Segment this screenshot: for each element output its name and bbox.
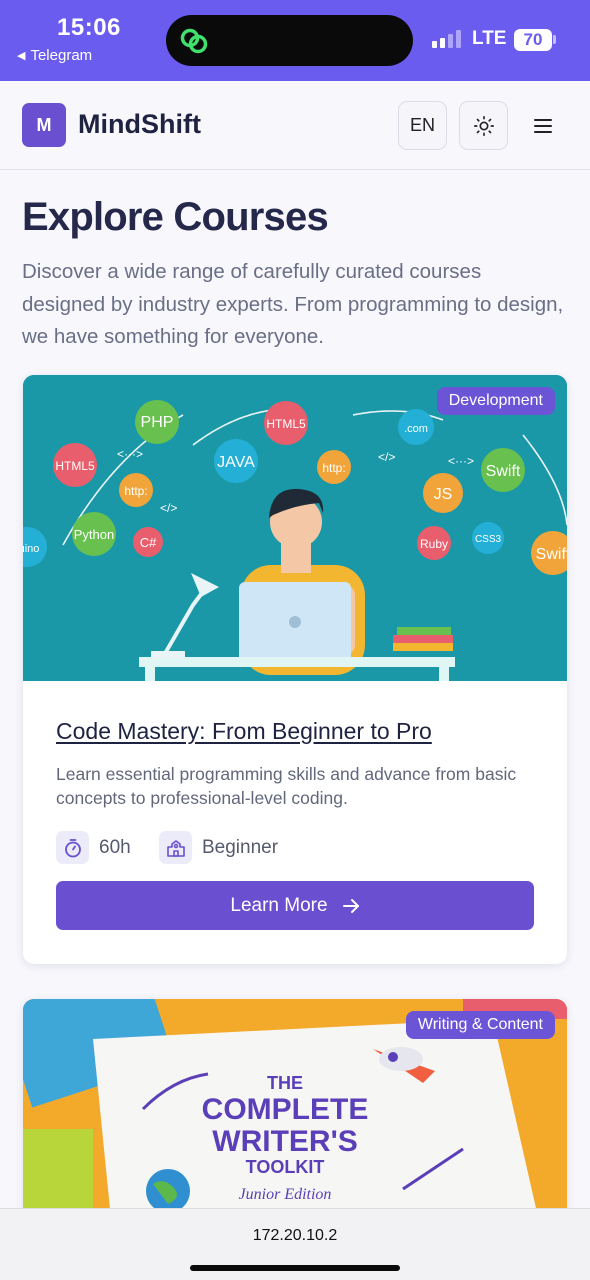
brand-name[interactable]: MindShift [78, 109, 201, 140]
svg-text:</>: </> [378, 450, 395, 464]
status-time: 15:06 [57, 14, 121, 41]
svg-text:CSS3: CSS3 [475, 534, 502, 545]
svg-text:C#: C# [140, 535, 157, 550]
link-activity-icon [180, 28, 208, 54]
svg-text:http:: http: [322, 461, 345, 475]
theme-toggle-button[interactable] [459, 101, 508, 150]
svg-text:WRITER'S: WRITER'S [212, 1125, 357, 1158]
course-duration: 60h [56, 831, 131, 864]
battery-icon: 70 [514, 29, 552, 51]
svg-text:HTML5: HTML5 [266, 417, 306, 431]
back-triangle-icon: ◀ [17, 50, 26, 62]
duration-value: 60h [99, 836, 131, 858]
svg-text:Junior Edition: Junior Edition [239, 1186, 332, 1203]
home-indicator[interactable] [190, 1265, 400, 1271]
sun-icon [473, 115, 494, 136]
svg-text:<···>: <···> [117, 447, 143, 461]
php-label: PHP [141, 414, 174, 431]
svg-text:.com: .com [404, 423, 428, 435]
course-title-link[interactable]: Code Mastery: From Beginner to Pro [56, 718, 432, 745]
svg-text:Swift: Swift [486, 463, 521, 480]
language-button[interactable]: EN [398, 101, 447, 150]
svg-text:HTML5: HTML5 [55, 459, 95, 473]
dynamic-island [166, 15, 413, 66]
browser-url-bar[interactable]: 172.20.10.2 [0, 1208, 590, 1280]
hamburger-menu-button[interactable] [520, 114, 566, 138]
category-badge: Writing & Content [405, 1011, 555, 1039]
level-value: Beginner [202, 836, 279, 858]
svg-text:Ruby: Ruby [420, 537, 448, 551]
page-title: Explore Courses [22, 195, 329, 239]
category-badge: Development [436, 387, 555, 415]
course-card: THE COMPLETE WRITER'S TOOLKIT Junior Edi… [23, 999, 567, 1239]
back-app-label: Telegram [30, 47, 93, 64]
book-title-line1: THE [267, 1073, 303, 1093]
programming-illustration: PHP HTML5 JAVA http: .com Swift HTML5 ht… [23, 375, 567, 681]
course-image[interactable]: THE COMPLETE WRITER'S TOOLKIT Junior Edi… [23, 999, 567, 1239]
network-label: LTE [472, 28, 507, 49]
course-card: PHP HTML5 JAVA http: .com Swift HTML5 ht… [23, 375, 567, 964]
school-icon [159, 831, 192, 864]
course-level: Beginner [159, 831, 278, 864]
back-to-app-link[interactable]: ◀ Telegram [17, 47, 92, 64]
logo-icon[interactable]: M [22, 103, 66, 147]
battery-nub [553, 35, 556, 44]
svg-text:<···>: <···> [448, 454, 474, 468]
svg-text:http:: http: [124, 484, 147, 498]
signal-icon [432, 30, 461, 48]
page-description: Discover a wide range of carefully curat… [22, 260, 564, 348]
svg-text:JS: JS [434, 486, 453, 503]
course-image[interactable]: PHP HTML5 JAVA http: .com Swift HTML5 ht… [23, 375, 567, 681]
learn-more-label: Learn More [230, 894, 328, 916]
svg-text:</>: </> [160, 501, 177, 515]
hamburger-menu-icon [534, 119, 552, 133]
svg-text:Python: Python [74, 527, 114, 542]
site-header: M MindShift EN [0, 81, 590, 170]
svg-text:JAVA: JAVA [217, 454, 255, 471]
svg-text:uino: uino [23, 543, 39, 555]
svg-text:COMPLETE: COMPLETE [202, 1093, 369, 1126]
status-bar: 15:06 ◀ Telegram LTE 70 [0, 0, 590, 81]
stopwatch-icon [56, 831, 89, 864]
url-text[interactable]: 172.20.10.2 [0, 1227, 590, 1245]
course-description: Learn essential programming skills and a… [56, 764, 517, 808]
arrow-right-icon [342, 898, 359, 913]
svg-text:TOOLKIT: TOOLKIT [246, 1157, 325, 1177]
svg-text:Swift: Swift [536, 546, 567, 563]
learn-more-button[interactable]: Learn More [56, 881, 534, 930]
